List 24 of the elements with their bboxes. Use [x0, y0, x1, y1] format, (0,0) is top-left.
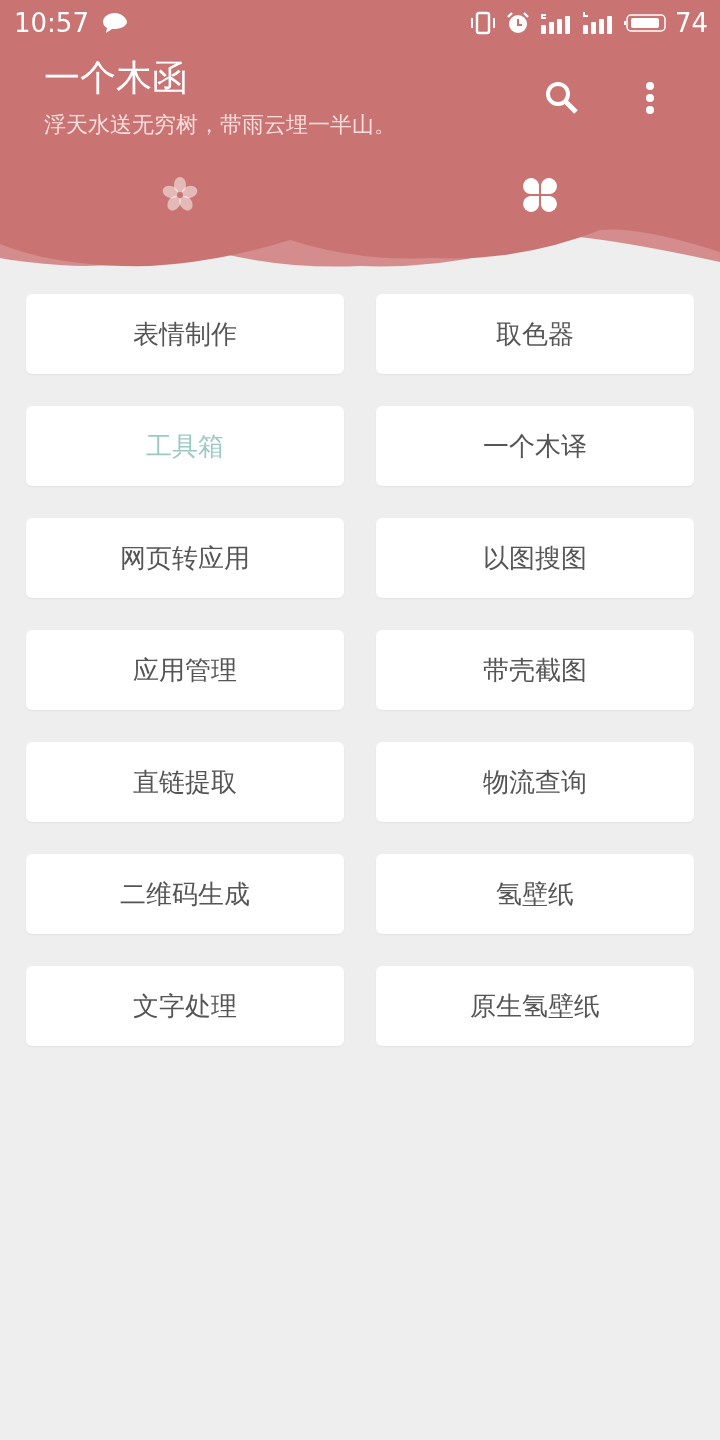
tool-button[interactable]: 直链提取 — [26, 742, 344, 822]
app-title: 一个木函 — [44, 58, 189, 98]
tool-button[interactable]: 物流查询 — [376, 742, 694, 822]
tool-button[interactable]: 氢壁纸 — [376, 854, 694, 934]
signal-icon — [580, 11, 615, 35]
tool-button[interactable]: 网页转应用 — [26, 518, 344, 598]
tool-button[interactable]: 原生氢壁纸 — [376, 966, 694, 1046]
tool-button[interactable]: 文字处理 — [26, 966, 344, 1046]
tool-button[interactable]: 一个木译 — [376, 406, 694, 486]
chat-bubble-icon — [100, 11, 129, 35]
battery-level: 74 — [674, 8, 708, 38]
tool-button[interactable]: 带壳截图 — [376, 630, 694, 710]
status-time: 10:57 — [14, 8, 89, 38]
more-icon — [646, 82, 654, 114]
tool-button[interactable]: 应用管理 — [26, 630, 344, 710]
app-subtitle: 浮天水送无穷树，带雨云埋一半山。 — [44, 112, 397, 138]
clover-grid-icon — [521, 176, 559, 214]
tool-button[interactable]: 表情制作 — [26, 294, 344, 374]
battery-icon — [622, 11, 667, 35]
tool-button[interactable]: 取色器 — [376, 294, 694, 374]
signal-icon — [538, 11, 573, 35]
tool-button[interactable]: 以图搜图 — [376, 518, 694, 598]
vibrate-icon — [468, 11, 497, 35]
tool-button[interactable]: 二维码生成 — [26, 854, 344, 934]
